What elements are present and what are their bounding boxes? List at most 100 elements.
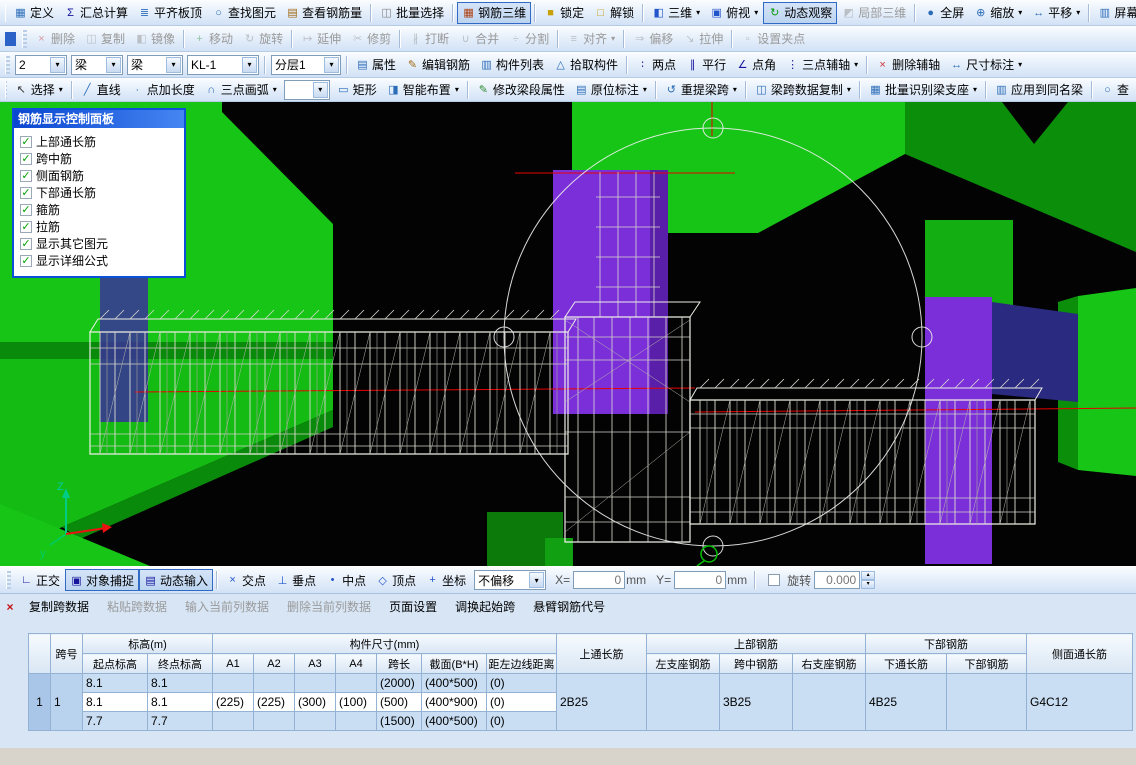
toolbar-grip[interactable] — [6, 571, 11, 589]
toolbar-button[interactable]: ∥ 平行 — [681, 54, 731, 76]
table-cell[interactable]: 7.7 — [82, 711, 148, 731]
table-cell[interactable] — [294, 673, 336, 693]
dock-icon[interactable] — [5, 31, 16, 46]
toolbar-button[interactable]: × 删除辅轴 — [871, 54, 945, 76]
panel-checkbox-item[interactable]: 箍筋 — [16, 201, 182, 218]
col-header-a1[interactable]: A1 — [212, 653, 254, 674]
toolbar-button[interactable]: ↻ 动态观察 — [763, 1, 838, 24]
toolbar-button[interactable]: ◫ 复制 — [80, 28, 130, 50]
table-cell[interactable]: (400*900) — [421, 692, 487, 712]
span-command-button[interactable]: 输入当前列数据 — [176, 595, 278, 618]
rotate-checkbox[interactable] — [768, 574, 781, 586]
toolbar-button[interactable]: ⇒ 偏移 — [628, 28, 678, 50]
span-command-button[interactable]: 调换起始跨 — [446, 595, 524, 618]
checkbox-checked-icon[interactable] — [20, 186, 32, 199]
combobox-dropdown-button[interactable] — [529, 572, 545, 588]
panel-checkbox-item[interactable]: 显示详细公式 — [16, 252, 182, 269]
table-cell[interactable] — [335, 673, 377, 693]
table-cell[interactable]: 8.1 — [82, 692, 148, 712]
close-panel-button[interactable] — [2, 599, 18, 614]
col-header-a3[interactable]: A3 — [294, 653, 336, 674]
toolbar-button[interactable]: ↔ 尺寸标注 — [945, 54, 1027, 76]
toolbar-button[interactable]: ▤ 属性 — [351, 54, 401, 76]
toolbar-button[interactable]: ∶ 两点 — [631, 54, 681, 76]
span-command-button[interactable]: 悬臂钢筋代号 — [524, 595, 614, 618]
toolbar-button[interactable]: ■ 锁定 — [539, 2, 589, 24]
table-cell[interactable]: (0) — [486, 673, 557, 693]
rotate-angle-input[interactable] — [814, 571, 861, 589]
checkbox-checked-icon[interactable] — [20, 152, 32, 165]
col-header-bottom-rebar[interactable]: 下部钢筋 — [946, 653, 1027, 674]
bottom-rebar-cell[interactable] — [946, 673, 1027, 731]
toolbar-button[interactable]: ▦ 批量识别梁支座 — [864, 79, 982, 101]
span-command-button[interactable]: 页面设置 — [380, 595, 446, 618]
panel-checkbox-item[interactable]: 拉筋 — [16, 218, 182, 235]
checkbox-checked-icon[interactable] — [20, 254, 32, 267]
checkbox-checked-icon[interactable] — [20, 237, 32, 250]
col-header-size-group[interactable]: 构件尺寸(mm) — [212, 633, 557, 654]
top-through-cell[interactable]: 2B25 — [556, 673, 647, 731]
col-header-mid-span[interactable]: 跨中钢筋 — [719, 653, 793, 674]
snap-toggle-button[interactable]: ◇ 顶点 — [371, 569, 421, 591]
col-header-top-through[interactable]: 上通长筋 — [556, 633, 647, 674]
row-number-cell[interactable]: 1 — [28, 673, 51, 731]
toolbar-button[interactable]: ▭ 矩形 — [332, 79, 382, 101]
col-header-end-elev[interactable]: 终点标高 — [147, 653, 213, 674]
toolbar-button[interactable]: ▦ 钢筋三维 — [457, 1, 532, 24]
color-combobox[interactable] — [283, 79, 330, 100]
snap-toggle-button[interactable]: + 坐标 — [421, 569, 471, 591]
toolbar-button[interactable]: ▦ 定义 — [9, 2, 59, 24]
col-header-side-through[interactable]: 侧面通长筋 — [1026, 633, 1133, 674]
panel-title[interactable]: 钢筋显示控制面板 — [14, 110, 184, 128]
offset-combobox[interactable]: 不偏移 — [474, 570, 547, 590]
col-header-start-elev[interactable]: 起点标高 — [82, 653, 148, 674]
toolbar-button[interactable]: ✂ 修剪 — [346, 28, 396, 50]
toolbar-button[interactable]: ╱ 直线 — [76, 79, 126, 101]
toolbar-button[interactable]: ▫ 设置夹点 — [736, 28, 810, 50]
table-cell[interactable]: (2000) — [376, 673, 422, 693]
toolbar-button[interactable]: □ 解锁 — [589, 2, 639, 24]
toolbar-button[interactable]: ↔ 平移 — [1027, 2, 1085, 24]
col-header-bottom-through[interactable]: 下通长筋 — [865, 653, 947, 674]
combobox-dropdown-button[interactable] — [50, 56, 65, 73]
table-cell[interactable]: (0) — [486, 692, 557, 712]
toolbar-combobox[interactable]: KL-1 — [187, 54, 259, 75]
toolbar-button[interactable]: ↖ 选择 — [10, 79, 68, 101]
col-header-span-length[interactable]: 跨长 — [376, 653, 422, 674]
toolbar-button[interactable]: ✎ 修改梁段属性 — [472, 79, 570, 101]
table-cell[interactable]: (225) — [253, 692, 295, 712]
table-cell[interactable] — [253, 711, 295, 731]
table-cell[interactable]: (1500) — [376, 711, 422, 731]
table-cell[interactable]: 8.1 — [82, 673, 148, 693]
toolbar-button[interactable]: ✎ 编辑钢筋 — [401, 54, 475, 76]
col-header-right-support[interactable]: 右支座钢筋 — [792, 653, 866, 674]
table-cell[interactable] — [253, 673, 295, 693]
toolbar-button[interactable]: + 移动 — [188, 28, 238, 50]
snap-toggle-button[interactable]: ▤ 动态输入 — [139, 569, 214, 591]
table-cell[interactable]: (300) — [294, 692, 336, 712]
checkbox-checked-icon[interactable] — [20, 203, 32, 216]
right-support-cell[interactable] — [792, 673, 866, 731]
toolbar-grip[interactable] — [5, 3, 6, 22]
toolbar-button[interactable]: ○ 查 — [1096, 79, 1134, 101]
toolbar-button[interactable]: ∠ 点角 — [731, 54, 781, 76]
toolbar-button[interactable]: × 删除 — [30, 28, 80, 50]
toolbar-button[interactable]: ▣ 俯视 — [705, 2, 763, 24]
checkbox-checked-icon[interactable] — [20, 220, 32, 233]
toolbar-button[interactable]: ↦ 延伸 — [296, 28, 346, 50]
toolbar-combobox[interactable]: 分层1 — [271, 54, 341, 75]
col-header-a4[interactable]: A4 — [335, 653, 377, 674]
col-header-span-no[interactable]: 跨号 — [50, 633, 83, 674]
toolbar-button[interactable]: ○ 查找图元 — [207, 2, 281, 24]
table-cell[interactable]: (400*500) — [421, 711, 487, 731]
combobox-dropdown-button[interactable] — [106, 56, 121, 73]
snap-toggle-button[interactable]: × 交点 — [221, 569, 271, 591]
table-cell[interactable]: (500) — [376, 692, 422, 712]
toolbar-grip[interactable] — [5, 55, 10, 74]
toolbar-button[interactable]: ◫ 梁跨数据复制 — [750, 79, 856, 101]
toolbar-button[interactable]: ◧ 三维 — [647, 2, 705, 24]
col-header-top-group[interactable]: 上部钢筋 — [646, 633, 866, 654]
col-header-elevation-group[interactable]: 标高(m) — [82, 633, 213, 654]
x-coordinate-input[interactable] — [573, 571, 626, 589]
toolbar-button[interactable]: ▤ 查看钢筋量 — [281, 2, 367, 24]
